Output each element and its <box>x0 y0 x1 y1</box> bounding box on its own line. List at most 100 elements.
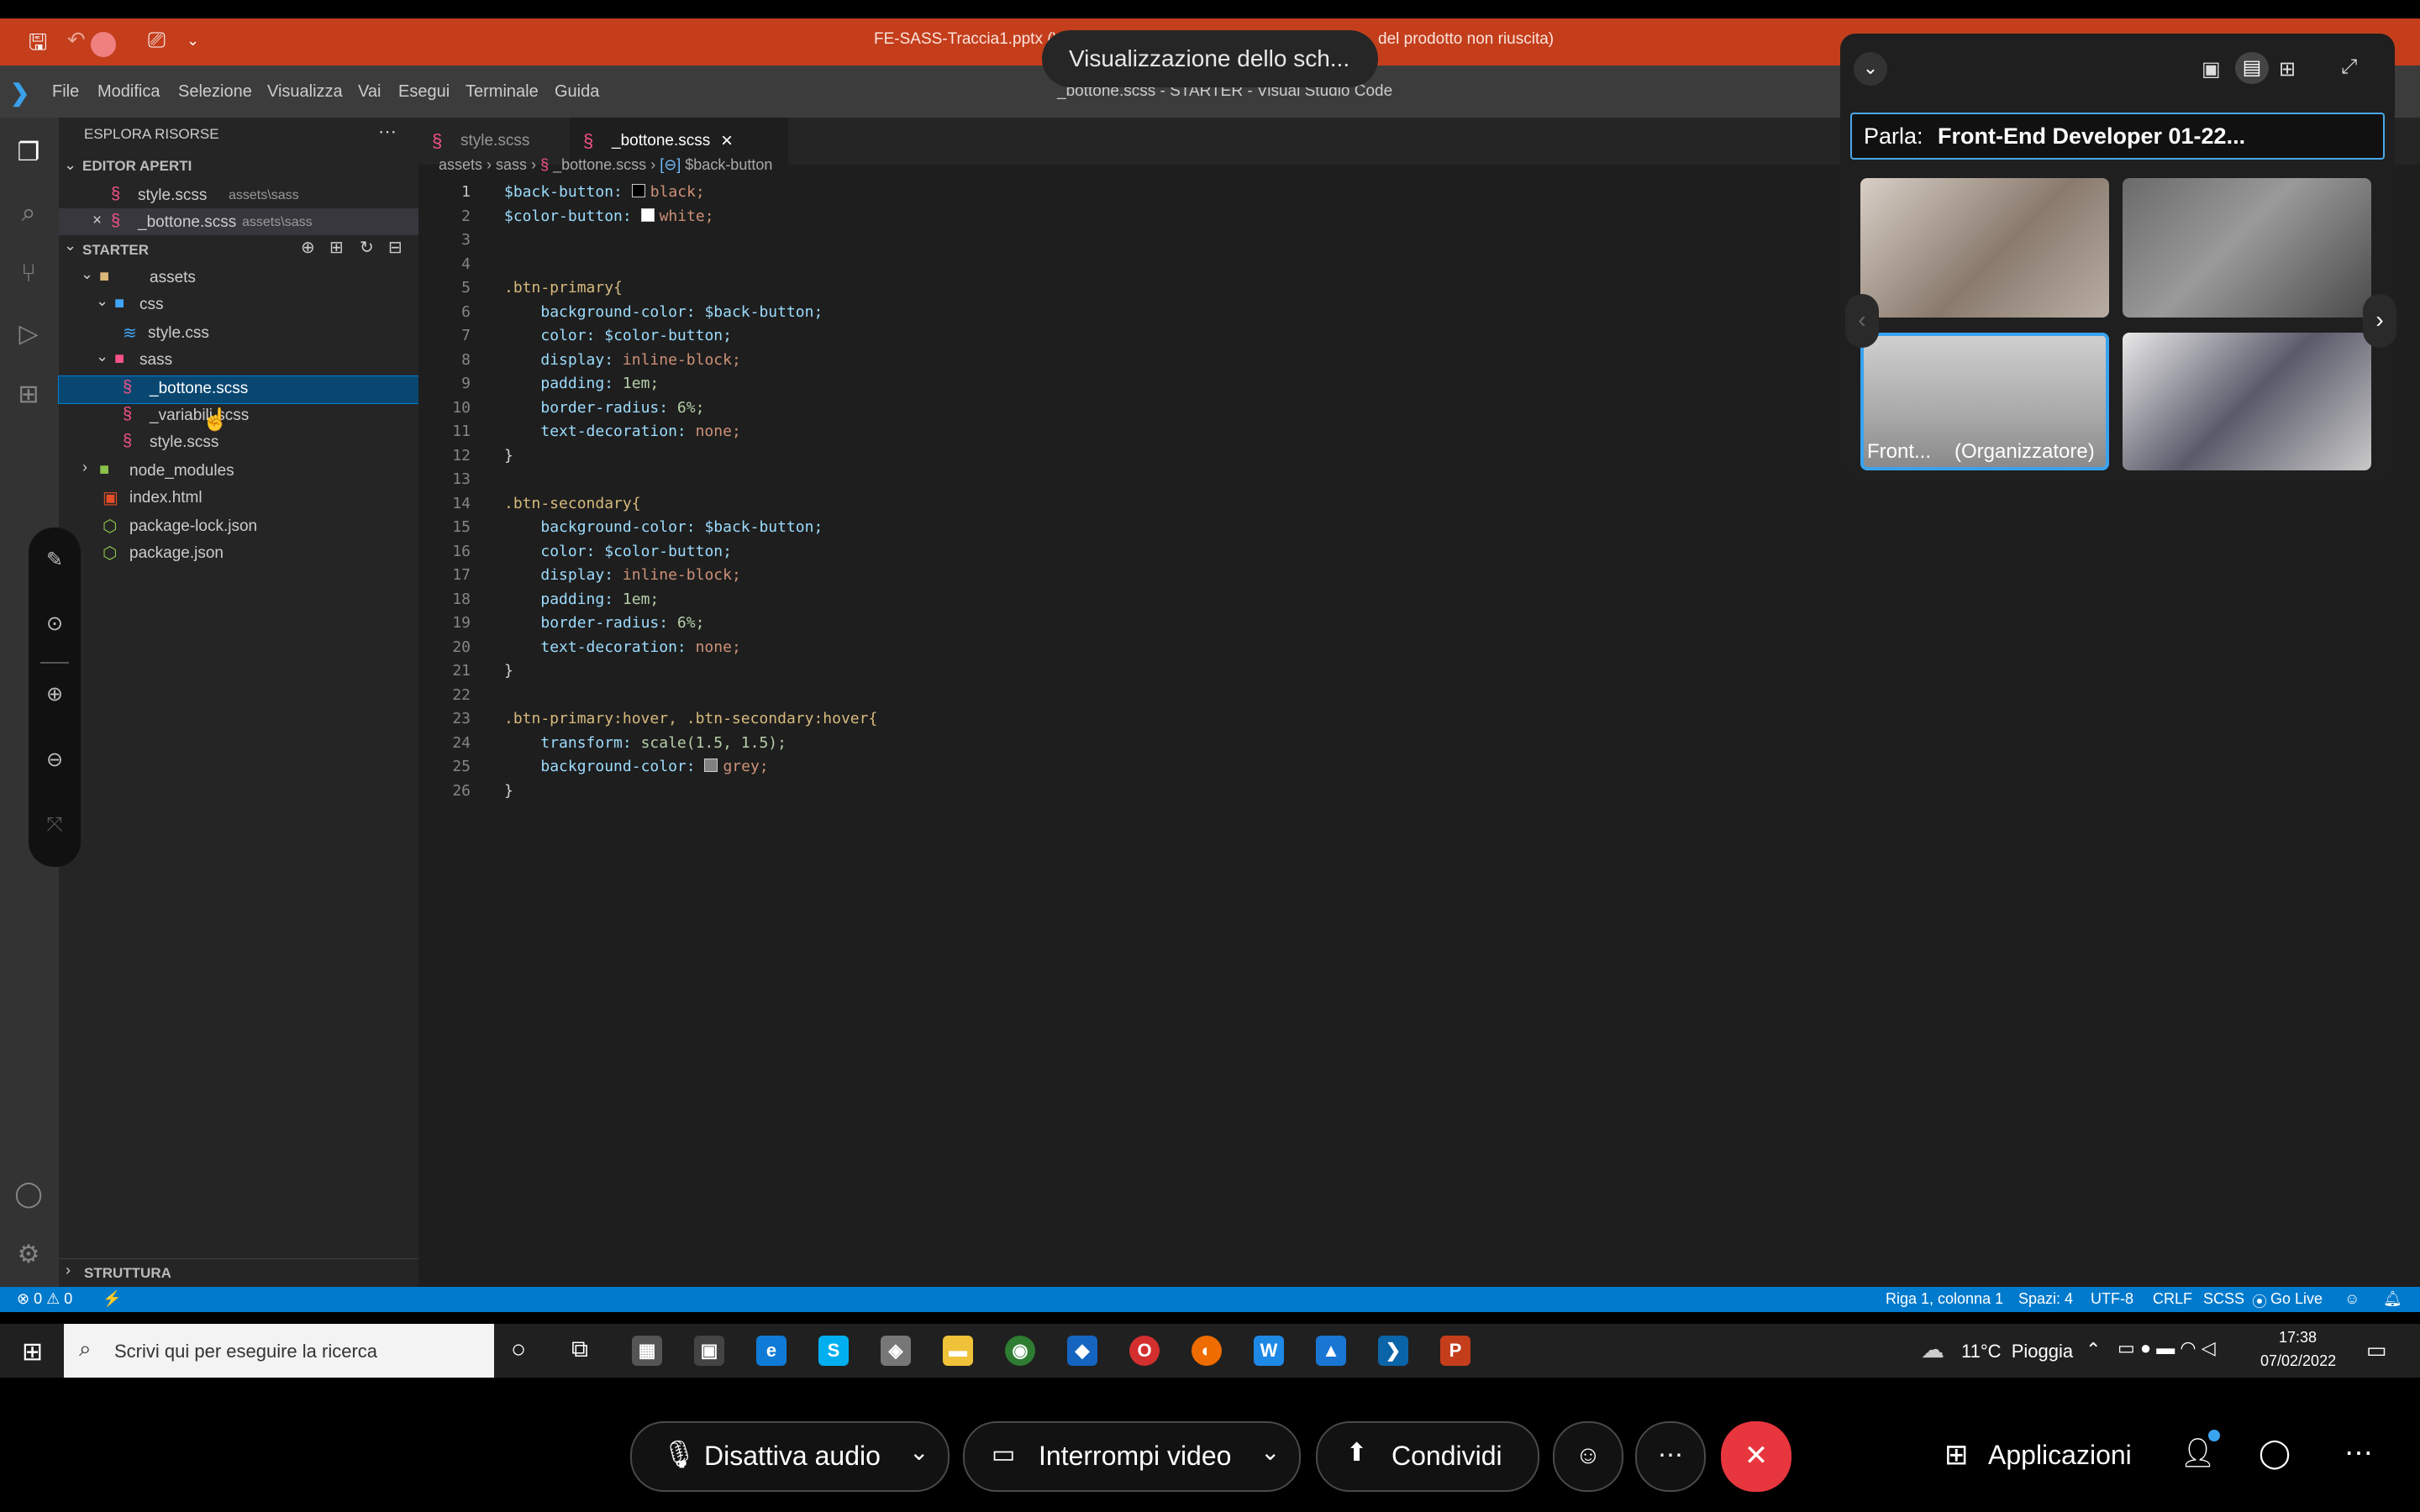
end-of-line[interactable]: CRLF <box>2153 1290 2192 1308</box>
participant-video-tile[interactable] <box>1860 178 2109 318</box>
more-icon[interactable]: ⋯ <box>2344 1436 2373 1470</box>
feedback-icon[interactable]: ☺ <box>2344 1290 2360 1308</box>
tree-item-style-css[interactable]: style.css <box>148 324 209 343</box>
pointer-icon[interactable]: ⊙ <box>42 612 67 637</box>
code-line[interactable]: background-color: grey; <box>504 758 768 775</box>
code-line[interactable]: $back-button: black; <box>504 183 705 201</box>
code-line[interactable]: .btn-primary:hover, .btn-secondary:hover… <box>504 710 877 727</box>
edge-icon[interactable]: e <box>756 1336 786 1366</box>
close-icon[interactable]: × <box>92 212 102 230</box>
layout-grid-icon[interactable]: ⊞ <box>2279 57 2296 81</box>
code-line[interactable]: } <box>504 447 513 465</box>
open-editor-name[interactable]: style.scss <box>138 186 207 205</box>
app-icon[interactable]: ◆ <box>1067 1336 1097 1366</box>
tree-item-bottone[interactable]: _bottone.scss <box>150 380 248 398</box>
go-live-button[interactable]: Go Live <box>2270 1290 2323 1308</box>
bell-icon[interactable]: 🔔︎ <box>2383 1290 2402 1308</box>
code-line[interactable]: } <box>504 782 513 800</box>
chevron-up-icon[interactable]: ⌃ <box>2086 1339 2101 1361</box>
chevron-down-icon[interactable]: ⌄ <box>64 237 76 255</box>
powerpoint-icon[interactable]: P <box>1440 1336 1470 1366</box>
skype-icon[interactable]: S <box>818 1336 849 1366</box>
participants-icon[interactable]: 👤︎ <box>2180 1436 2216 1470</box>
chevron-right-icon[interactable]: › <box>82 459 87 476</box>
photos-icon[interactable]: ▲ <box>1316 1336 1346 1366</box>
chevron-down-icon[interactable]: ⌄ <box>96 292 108 310</box>
run-debug-icon[interactable]: ▷ <box>12 318 45 351</box>
settings-gear-icon[interactable]: ⚙ <box>12 1238 45 1272</box>
code-line[interactable]: border-radius: 6%; <box>504 399 704 417</box>
apps-icon[interactable]: ⊞ <box>1944 1438 1969 1472</box>
tree-item-package-lock[interactable]: package-lock.json <box>129 517 257 536</box>
webex-icon[interactable]: W <box>1254 1336 1284 1366</box>
explorer-icon[interactable]: ❐ <box>12 136 45 170</box>
menu-modifica[interactable]: Modifica <box>97 82 160 102</box>
chevron-down-icon[interactable]: ⌄ <box>81 265 93 283</box>
tree-item-node-modules[interactable]: node_modules <box>129 462 234 480</box>
extensions-icon[interactable]: ⊞ <box>12 378 45 412</box>
reactions-button[interactable]: ☺ <box>1553 1421 1623 1492</box>
share-button[interactable]: ⬆ Condividi <box>1316 1421 1539 1492</box>
code-line[interactable]: padding: 1em; <box>504 591 659 608</box>
menu-esegui[interactable]: Esegui <box>398 82 450 102</box>
menu-guida[interactable]: Guida <box>555 82 599 102</box>
collapse-chevron-icon[interactable]: ⌄ <box>1854 52 1887 86</box>
refresh-icon[interactable]: ↻ <box>360 237 374 258</box>
zoom-out-icon[interactable]: ⊖ <box>42 748 67 773</box>
clock-date[interactable]: 07/02/2022 <box>2260 1352 2336 1370</box>
fullscreen-icon[interactable]: ⤢ <box>2341 55 2357 79</box>
tree-item-variabili[interactable]: _variabili.scss <box>150 407 249 425</box>
cortana-icon[interactable]: ○ <box>511 1336 526 1364</box>
search-icon[interactable]: ⌕ <box>12 197 45 230</box>
cursor-position[interactable]: Riga 1, colonna 1 <box>1886 1290 2003 1308</box>
breadcrumb-item[interactable]: _bottone.scss <box>553 156 646 173</box>
code-line[interactable]: text-decoration: none; <box>504 423 740 440</box>
open-editor-name[interactable]: _bottone.scss <box>138 213 236 232</box>
participant-video-tile[interactable] <box>2123 333 2371 470</box>
code-line[interactable]: $color-button: white; <box>504 207 714 225</box>
open-editors-header[interactable]: EDITOR APERTI <box>82 158 192 175</box>
store-icon[interactable]: ▣ <box>694 1336 724 1366</box>
breadcrumb-item[interactable]: $back-button <box>685 156 772 173</box>
end-call-button[interactable]: ✕ <box>1721 1421 1791 1492</box>
encoding[interactable]: UTF-8 <box>2091 1290 2133 1308</box>
file-explorer-icon[interactable]: ▬ <box>943 1336 973 1366</box>
fit-icon[interactable]: ⤧ <box>42 813 67 838</box>
more-actions-icon[interactable]: ⋯ <box>378 121 397 143</box>
tray-icons[interactable]: ▭ ● ▬ ◠ ◁ <box>2118 1337 2216 1359</box>
collapse-all-icon[interactable]: ⊟ <box>388 237 402 258</box>
chevron-down-icon[interactable]: ⌄ <box>64 156 76 174</box>
menu-file[interactable]: File <box>52 82 79 102</box>
new-folder-icon[interactable]: ⊞ <box>329 237 344 258</box>
chevron-down-icon[interactable]: ⌄ <box>96 348 108 365</box>
code-line[interactable]: border-radius: 6%; <box>504 614 704 632</box>
code-line[interactable]: color: $color-button; <box>504 543 732 560</box>
app-icon[interactable]: ◈ <box>881 1336 911 1366</box>
chrome-icon[interactable]: ◉ <box>1005 1336 1035 1366</box>
code-line[interactable]: } <box>504 662 513 680</box>
vscode-taskbar-icon[interactable]: ❯ <box>1378 1336 1408 1366</box>
layout-pip-icon[interactable]: ▣ <box>2202 57 2221 81</box>
taskbar-search[interactable]: ⌕ Scrivi qui per eseguire la ricerca <box>64 1324 494 1378</box>
new-file-icon[interactable]: ⊕ <box>301 237 315 258</box>
previous-page-icon[interactable]: ‹ <box>1845 294 1879 348</box>
remote-icon[interactable]: ⚡ <box>103 1290 121 1308</box>
problems-indicator[interactable]: ⊗ 0 ⚠ 0 <box>17 1290 72 1308</box>
notification-icon[interactable]: ▭ <box>2366 1337 2387 1363</box>
project-header[interactable]: STARTER <box>82 242 149 259</box>
tree-item-style-scss[interactable]: style.scss <box>150 433 218 452</box>
app-icon[interactable]: ▦ <box>632 1336 662 1366</box>
weather-text[interactable]: 11°C Pioggia <box>1961 1341 2073 1362</box>
breadcrumb-item[interactable]: sass <box>496 156 527 173</box>
breadcrumb-item[interactable]: assets <box>439 156 482 173</box>
pen-icon[interactable]: ✎ <box>42 548 67 573</box>
code-line[interactable]: text-decoration: none; <box>504 638 740 656</box>
menu-visualizza[interactable]: Visualizza <box>267 82 343 102</box>
zoom-in-icon[interactable]: ⊕ <box>42 682 67 707</box>
code-line[interactable]: background-color: $back-button; <box>504 303 823 321</box>
mute-audio-button[interactable]: 🎙︎ Disattiva audio ⌄ <box>630 1421 950 1492</box>
firefox-icon[interactable]: ◐ <box>1192 1336 1222 1366</box>
clock-time[interactable]: 17:38 <box>2279 1329 2317 1347</box>
chat-icon[interactable]: ◯ <box>2259 1436 2291 1470</box>
slideshow-icon[interactable]: ⎚ <box>148 27 166 54</box>
